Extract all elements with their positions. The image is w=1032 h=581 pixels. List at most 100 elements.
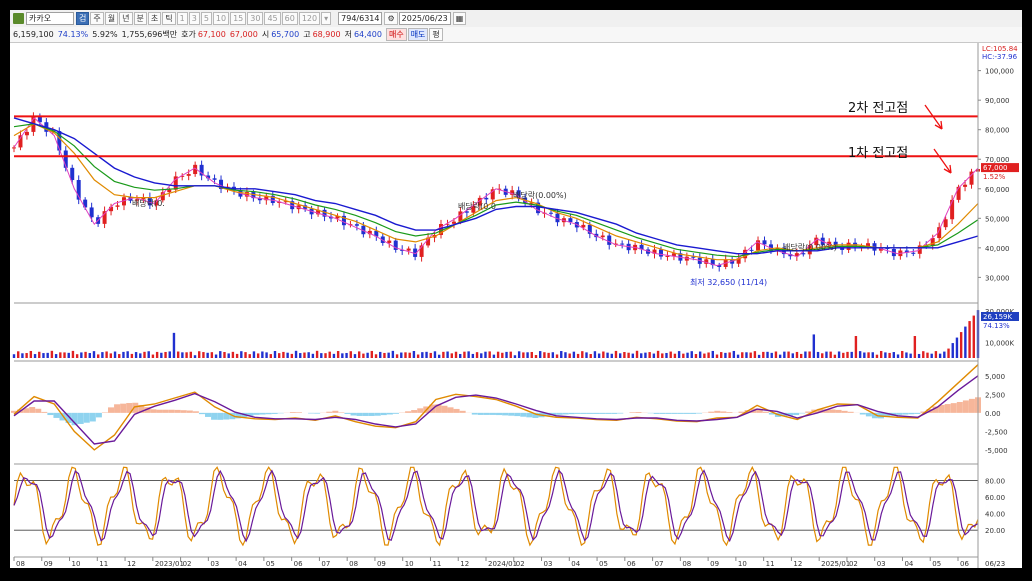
macd-histogram-bar — [374, 412, 381, 416]
volume-bar — [720, 352, 723, 358]
stock-logo-icon — [13, 13, 24, 24]
minute-button[interactable]: 45 — [264, 12, 281, 25]
price-tick-label: 100,000 — [985, 68, 1014, 76]
count-field[interactable]: 794/6314 — [338, 12, 383, 25]
macd-histogram-bar — [308, 412, 315, 414]
avg-button[interactable]: 평 — [429, 28, 443, 41]
candle-body — [89, 207, 94, 218]
volume-bar — [332, 353, 336, 358]
candle-body — [956, 186, 961, 200]
volume-bar — [172, 332, 176, 358]
macd-histogram-bar — [95, 412, 102, 418]
volume-bar — [109, 353, 113, 358]
date-tick-label: 04 — [904, 560, 913, 568]
dropdown-button[interactable]: ▾ — [321, 12, 332, 25]
macd-histogram-bar — [295, 412, 302, 413]
macd-histogram-bar — [89, 412, 96, 422]
search-button[interactable]: 검 — [76, 12, 90, 25]
sell-button[interactable]: 매도 — [407, 28, 429, 41]
date-tick-label: 10 — [72, 560, 81, 568]
period-button[interactable]: 주 — [90, 12, 104, 25]
macd-histogram-bar — [611, 412, 618, 414]
volume-bar — [757, 354, 761, 358]
volume-bar — [374, 354, 378, 358]
value-axis: 100,000 90,000 80,000 70,000 60,000 50,000 40,… — [978, 45, 1019, 535]
volume-bar — [75, 354, 79, 358]
macd-histogram-bar — [259, 412, 266, 415]
volume-bar — [770, 352, 773, 358]
minute-button[interactable]: 5 — [200, 12, 212, 25]
volume-bar — [766, 351, 769, 358]
settings-icon[interactable]: ⚙ — [384, 12, 398, 25]
volume-bar — [913, 336, 917, 358]
chart-area[interactable]: 08 09 10 11 12 2023/0102 03 04 05 06 07 08 09 10 11 12 2… — [10, 43, 1022, 568]
minute-button[interactable]: 3 — [188, 12, 200, 25]
volume-bar — [126, 351, 129, 358]
volume-bar — [484, 351, 487, 358]
macd-histogram-bar — [217, 412, 224, 420]
date-tick-label: 05 — [266, 560, 275, 568]
volume-bar — [231, 351, 235, 358]
macd-histogram-bar — [896, 412, 903, 415]
minute-button[interactable]: 60 — [281, 12, 298, 25]
volume-bar — [46, 352, 49, 358]
volume-bar — [421, 352, 424, 358]
volume-bar — [673, 353, 677, 358]
volume-bar — [635, 350, 639, 358]
volume-bar — [88, 353, 91, 358]
volume-bar — [193, 355, 197, 358]
buy-button[interactable]: 매수 — [385, 28, 407, 41]
period-button[interactable]: 분 — [133, 12, 147, 25]
minute-button[interactable]: 30 — [247, 12, 264, 25]
volume-bar — [686, 352, 689, 358]
period-button[interactable]: 월 — [104, 12, 119, 25]
macd-histogram-bar — [835, 409, 842, 413]
minute-button[interactable]: 15 — [230, 12, 247, 25]
volume-bar — [564, 352, 567, 358]
macd-histogram-bar — [556, 412, 563, 415]
stock-name-field[interactable]: 카카오 — [26, 12, 74, 25]
macd-histogram-bar — [368, 412, 375, 416]
date-tick-label: 08 — [349, 560, 358, 568]
macd-histogram-bar — [41, 411, 48, 413]
date-field[interactable]: 2025/06/23 — [398, 12, 451, 25]
volume-bar — [707, 352, 710, 358]
macd-histogram-bar — [605, 412, 612, 414]
volume-bar — [934, 351, 938, 358]
volume-bar — [968, 321, 971, 358]
period-button[interactable]: 년 — [119, 12, 133, 25]
macd-histogram-bar — [447, 407, 454, 413]
macd-histogram-bar — [496, 412, 503, 416]
volume-bar — [926, 352, 929, 358]
volume-bar — [206, 352, 209, 358]
macd-histogram-bar — [114, 404, 121, 413]
volume-bar — [804, 351, 807, 358]
volume-bar — [871, 352, 874, 358]
date-tick-label: 02 — [516, 560, 525, 568]
volume-bar — [353, 354, 357, 358]
macd-histogram-bar — [829, 409, 836, 413]
period-button[interactable]: 틱 — [162, 12, 176, 25]
macd-histogram-bar — [314, 412, 321, 414]
minute-button[interactable]: 1 — [176, 12, 188, 25]
volume-bar — [454, 351, 458, 358]
volume-bar — [711, 350, 714, 358]
minute-button[interactable]: 10 — [212, 12, 230, 25]
annotation-second-high: 2차 전고점 — [848, 101, 908, 116]
lc-label: LC:105.84 — [982, 45, 1018, 53]
high-price: 68,900 — [312, 30, 341, 39]
volume-bar — [884, 352, 887, 358]
candle-body — [801, 253, 806, 255]
macd-histogram-bar — [665, 412, 672, 414]
volume-bar — [33, 354, 37, 358]
volume-bar — [139, 353, 142, 358]
date-tick-label: 03 — [210, 560, 219, 568]
calendar-icon[interactable]: ▦ — [452, 12, 467, 25]
volume-bar — [17, 351, 20, 358]
volume-bar — [50, 350, 54, 358]
volume-bar — [762, 351, 765, 358]
volume-bar — [555, 354, 559, 358]
macd-histogram-bar — [453, 408, 460, 413]
period-button[interactable]: 초 — [147, 12, 162, 25]
minute-button[interactable]: 120 — [298, 12, 321, 25]
